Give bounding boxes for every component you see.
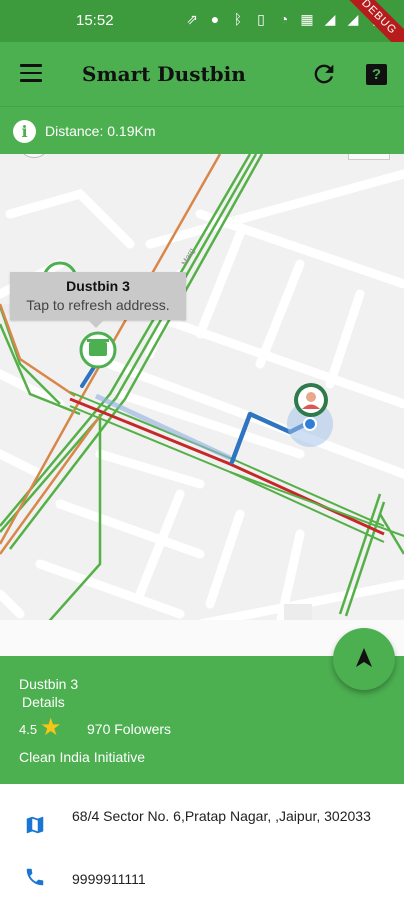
details-subtitle: Details — [22, 694, 65, 710]
status-bar: 15:52 ⇗ ● ᛒ ▯ ◔ ▦ ◢ ◢ ▮ DEBUG — [0, 0, 404, 63]
organization-name: Clean India Initiative — [19, 749, 146, 765]
map-icon — [26, 816, 44, 834]
address-text: 68/4 Sector No. 6,Pratap Nagar, ,Jaipur,… — [72, 808, 371, 824]
wifi2-icon: ▦ — [300, 11, 314, 27]
help-icon[interactable]: ? — [366, 64, 387, 85]
info-window-tail — [88, 320, 104, 328]
dustbin-marker[interactable] — [79, 331, 117, 369]
map-canvas: Marg — [0, 154, 404, 655]
info-window-subtitle: Tap to refresh address. — [26, 297, 170, 313]
navigate-button[interactable] — [333, 628, 395, 690]
rating-value: 4.5 — [19, 722, 38, 737]
app-bar: Smart Dustbin ? — [0, 42, 404, 106]
menu-icon[interactable] — [20, 64, 42, 82]
details-title: Dustbin 3 — [19, 676, 79, 692]
navigation-arrow-icon — [356, 648, 372, 667]
map-layers-control[interactable] — [348, 154, 390, 160]
page-title: Smart Dustbin — [82, 62, 246, 86]
followers-count: 970 Folowers — [87, 721, 172, 737]
vibrate-icon: ▯ — [257, 11, 265, 27]
address-row[interactable]: 68/4 Sector No. 6,Pratap Nagar, ,Jaipur,… — [0, 796, 404, 852]
info-window-title: Dustbin 3 — [66, 278, 130, 294]
map-view[interactable]: Marg Dustbin 3 Tap to refresh address. — [0, 154, 404, 656]
cell-signal-icon: ◢ — [324, 11, 336, 27]
distance-bar: i Distance: 0.19Km — [0, 106, 404, 154]
phone-number: 9999911111 — [72, 871, 146, 887]
bluetooth-icon: ᛒ — [233, 11, 243, 27]
phone-row[interactable]: 9999911111 — [0, 858, 404, 898]
signal-arrow-icon: ⇗ — [186, 11, 198, 27]
star-icon: ★ — [40, 714, 62, 741]
distance-text: Distance: 0.19Km — [45, 123, 156, 139]
status-icons: ⇗ ● ᛒ ▯ ◔ ▦ ◢ ◢ ▮ — [184, 11, 384, 27]
location-icon: ● — [210, 11, 220, 27]
wifi-icon: ◔ — [279, 11, 289, 27]
info-icon: i — [13, 120, 36, 143]
refresh-icon[interactable] — [310, 60, 338, 88]
cell-signal-2-icon: ◢ — [347, 11, 359, 27]
phone-icon — [26, 868, 44, 886]
marker-info-window[interactable]: Dustbin 3 Tap to refresh address. — [10, 272, 186, 320]
user-location-marker[interactable] — [287, 383, 333, 447]
status-time: 15:52 — [76, 12, 114, 29]
